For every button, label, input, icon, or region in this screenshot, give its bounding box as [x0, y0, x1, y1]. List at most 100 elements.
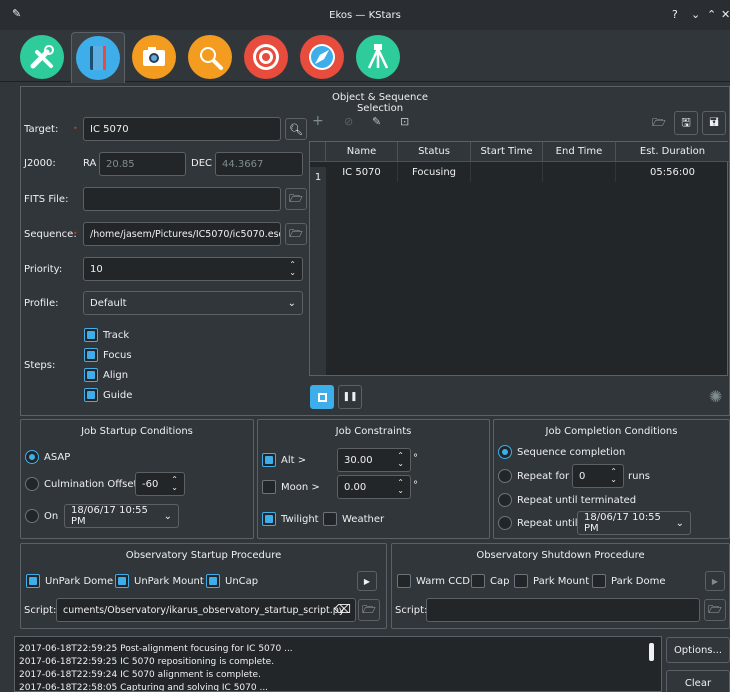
park-mount-checkbox[interactable] [514, 574, 528, 588]
repeat-until-terminated-radio[interactable] [498, 493, 512, 507]
shutdown-script-label: Script: [395, 605, 428, 616]
park-mount-label: Park Mount [533, 576, 590, 587]
unpark-dome-checkbox[interactable] [26, 574, 40, 588]
spin-arrows-icon[interactable]: ⌃ ⌄ [397, 452, 404, 468]
remove-job-icon[interactable]: ⊘ [344, 115, 353, 128]
culmination-spinbox[interactable]: -60 ⌃ ⌄ [135, 472, 185, 496]
scan-icon[interactable]: ⊡ [400, 115, 409, 128]
sequence-completion-radio[interactable] [498, 445, 512, 459]
shutdown-run-button[interactable]: ▶ [705, 571, 725, 591]
park-dome-checkbox[interactable] [592, 574, 606, 588]
options-button[interactable]: Options... [666, 637, 730, 663]
alt-checkbox[interactable] [262, 453, 276, 467]
tab-align[interactable] [239, 32, 293, 82]
target-icon [244, 35, 288, 79]
col-start-time[interactable]: Start Time [471, 142, 543, 162]
tab-guide[interactable] [295, 32, 349, 82]
spin-arrows-icon[interactable]: ⌃ ⌄ [397, 479, 404, 495]
step-track-checkbox[interactable] [84, 328, 98, 342]
select-sequence-button[interactable]: 🗁 [285, 223, 307, 245]
spin-arrows-icon[interactable]: ⌃ ⌄ [289, 261, 296, 277]
repeat-for-label: Repeat for [517, 471, 570, 482]
cap-checkbox[interactable] [471, 574, 485, 588]
moon-spinbox[interactable]: 0.00 ⌃ ⌄ [337, 475, 411, 499]
start-scheduler-button[interactable] [310, 385, 334, 409]
startup-run-button[interactable]: ▶ [357, 571, 377, 591]
window-title: Ekos — KStars [329, 10, 401, 21]
help-button[interactable]: ? [672, 8, 678, 21]
step-align-checkbox[interactable] [84, 368, 98, 382]
sequence-input[interactable]: /home/jasem/Pictures/IC5070/ic5070.esq [83, 222, 281, 246]
busy-spinner-icon: ✺ [709, 387, 723, 406]
play-icon: ▶ [711, 576, 719, 586]
folder-icon: 🗁 [289, 191, 303, 205]
tab-focus[interactable] [183, 32, 237, 82]
completion-datetime[interactable]: 18/06/17 10:55 PM ⌄ [577, 511, 691, 535]
step-guide-checkbox[interactable] [84, 388, 98, 402]
uncap-checkbox[interactable] [206, 574, 220, 588]
close-button[interactable]: ✕ [721, 8, 730, 21]
startup-datetime-value: 18/06/17 10:55 PM [71, 505, 148, 527]
tab-scheduler[interactable] [71, 32, 125, 83]
clear-log-button[interactable]: Clear [666, 670, 730, 692]
find-target-button[interactable]: 🔍︎ [285, 118, 307, 140]
fits-file-label: FITS File: [24, 194, 69, 205]
tab-capture[interactable] [127, 32, 181, 82]
col-status[interactable]: Status [398, 142, 471, 162]
culmination-radio[interactable] [25, 477, 39, 491]
edit-job-icon[interactable]: ✎ [372, 115, 381, 128]
warm-ccd-label: Warm CCD [416, 576, 470, 587]
j2000-label: J2000: [24, 158, 56, 169]
ra-input[interactable]: 20.85 [99, 152, 186, 176]
sequence-label: Sequence: [24, 229, 77, 240]
tab-setup[interactable] [15, 32, 69, 82]
log-line: 2017-06-18T22:59:25 Post-alignment focus… [19, 644, 293, 654]
shutdown-script-input[interactable] [426, 598, 700, 622]
priority-spinbox[interactable]: 10 ⌃ ⌄ [83, 257, 303, 281]
log-scrollbar[interactable] [649, 643, 654, 661]
profile-combo[interactable]: Default ⌄ [83, 291, 303, 315]
save-schedule-button[interactable]: 🖫 [674, 111, 698, 135]
ra-label: RA [83, 158, 97, 169]
minimize-button[interactable]: ⌄ [691, 8, 700, 21]
log-line: 2017-06-18T22:58:05 Capturing and solvin… [19, 683, 269, 692]
weather-checkbox[interactable] [323, 512, 337, 526]
select-fits-button[interactable]: 🗁 [285, 188, 307, 210]
spin-arrows-icon[interactable]: ⌃ ⌄ [171, 476, 178, 492]
open-schedule-button[interactable]: 🗁 [648, 112, 670, 134]
save-as-schedule-button[interactable]: 🖬 [702, 111, 726, 135]
startup-script-browse-button[interactable]: 🗁 [358, 599, 380, 621]
tab-mount[interactable] [351, 32, 405, 82]
repeat-until-radio[interactable] [498, 516, 512, 530]
maximize-button[interactable]: ⌃ [707, 8, 716, 21]
col-est-duration[interactable]: Est. Duration [616, 142, 729, 162]
pause-scheduler-button[interactable]: ❚❚ [338, 385, 362, 409]
alt-spinbox[interactable]: 30.00 ⌃ ⌄ [337, 448, 411, 472]
shutdown-script-browse-button[interactable]: 🗁 [704, 599, 726, 621]
step-focus-checkbox[interactable] [84, 348, 98, 362]
target-label: Target: [24, 124, 59, 135]
dec-label: DEC [191, 158, 213, 169]
startup-datetime[interactable]: 18/06/17 10:55 PM ⌄ [64, 504, 179, 528]
target-input[interactable]: IC 5070 [83, 117, 281, 141]
on-date-radio[interactable] [25, 509, 39, 523]
repeat-for-radio[interactable] [498, 469, 512, 483]
warm-ccd-checkbox[interactable] [397, 574, 411, 588]
col-name[interactable]: Name [326, 142, 398, 162]
fits-file-input[interactable] [83, 187, 281, 211]
asap-radio[interactable] [25, 450, 39, 464]
spin-arrows-icon[interactable]: ⌃ ⌄ [610, 468, 617, 484]
moon-checkbox[interactable] [262, 480, 276, 494]
clear-text-icon[interactable]: ⌫ [334, 602, 351, 616]
log-output[interactable]: 2017-06-18T22:59:25 Post-alignment focus… [14, 636, 662, 692]
col-end-time[interactable]: End Time [543, 142, 616, 162]
repeat-count-spinbox[interactable]: 0 ⌃ ⌄ [572, 464, 624, 488]
unpark-mount-checkbox[interactable] [115, 574, 129, 588]
twilight-checkbox[interactable] [262, 512, 276, 526]
startup-script-input[interactable]: cuments/Observatory/ikarus_observatory_s… [56, 598, 356, 622]
step-focus-label: Focus [103, 350, 132, 361]
add-job-icon[interactable]: + [312, 113, 324, 129]
dec-input[interactable]: 44.3667 [215, 152, 303, 176]
uncap-label: UnCap [225, 576, 259, 587]
cap-label: Cap [490, 576, 510, 587]
